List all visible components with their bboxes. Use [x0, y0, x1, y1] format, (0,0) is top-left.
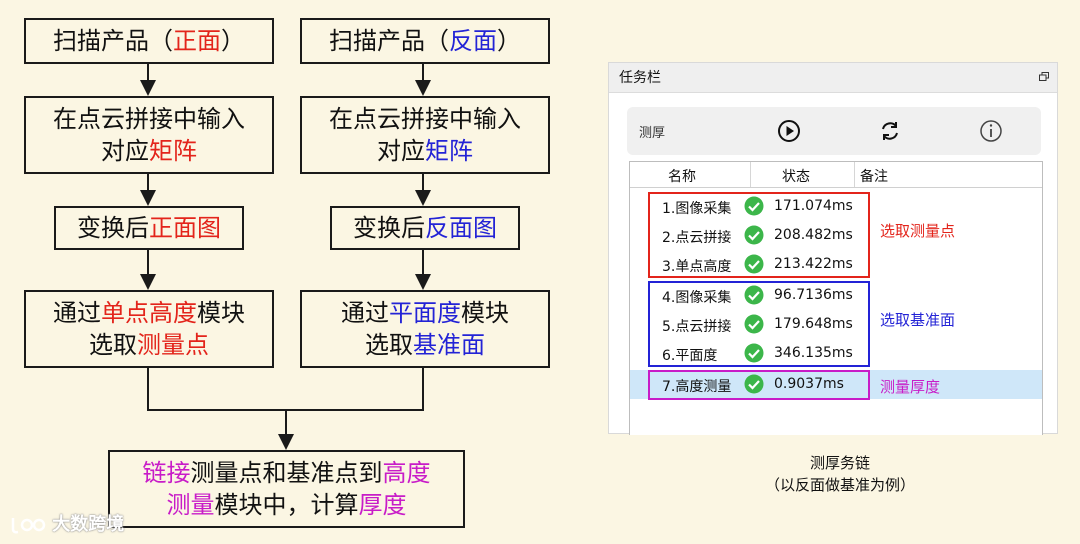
box-highlight: 厚度 — [358, 491, 407, 519]
box-text: 变换后 — [77, 214, 149, 242]
watermark-text: 大数跨境 — [52, 514, 125, 535]
box-highlight: 矩阵 — [425, 137, 473, 165]
box-highlight: 反面图 — [425, 214, 497, 242]
merge-line — [147, 368, 424, 411]
box-text: 扫描产品（ — [329, 27, 449, 55]
box-final-compute: 链接测量点和基准点到高度 测量模块中，计算厚度 — [108, 450, 465, 528]
box-text: ） — [221, 27, 245, 55]
table-header: 名称 状态 备注 — [630, 162, 1042, 188]
box-highlight: 基准面 — [413, 331, 485, 359]
box-text: 在点云拼接中输入 — [53, 105, 245, 133]
box-highlight: 测量点 — [137, 331, 209, 359]
column-header-name[interactable]: 名称 — [668, 166, 696, 186]
box-text: 选取 — [89, 331, 137, 359]
toolbar-label: 测厚 — [639, 126, 666, 141]
box-text: ） — [497, 27, 521, 55]
box-transform-front: 变换后正面图 — [54, 206, 244, 250]
box-transform-back: 变换后反面图 — [330, 206, 520, 250]
play-icon[interactable] — [777, 119, 801, 143]
column-header-note[interactable]: 备注 — [860, 166, 888, 186]
box-highlight: 链接 — [142, 459, 191, 487]
panel-header: 任务栏 — [609, 63, 1057, 93]
group-label-datum-plane: 选取基准面 — [880, 311, 956, 329]
box-highlight: 正面图 — [149, 214, 221, 242]
box-highlight: 平面度 — [389, 299, 461, 327]
box-text: 选取 — [365, 331, 413, 359]
box-scan-back: 扫描产品（反面） — [300, 18, 550, 64]
group-box-measure-points — [648, 192, 870, 278]
refresh-icon[interactable] — [878, 119, 902, 143]
box-text: 模块 — [197, 299, 245, 327]
group-label-measure-points: 选取测量点 — [880, 222, 956, 240]
box-text: 模块 — [461, 299, 509, 327]
watermark-logo-icon — [11, 518, 46, 534]
box-text: 变换后 — [353, 214, 425, 242]
column-header-status[interactable]: 状态 — [782, 166, 810, 186]
box-highlight: 单点高度 — [101, 299, 197, 327]
task-table: 名称 状态 备注 1.图像采集 171.074ms 2.点云拼接 208.482… — [629, 161, 1043, 435]
box-highlight: 测量 — [166, 491, 215, 519]
caption-title: 测厚务链 — [809, 454, 870, 472]
box-text: 对应 — [377, 137, 425, 165]
box-text: 模块中，计算 — [214, 491, 359, 519]
watermark: 大数跨境 — [10, 510, 124, 536]
box-text: 扫描产品（ — [53, 27, 173, 55]
box-highlight: 正面 — [173, 27, 221, 55]
caption-subtitle: （以反面做基准为例） — [764, 476, 915, 494]
box-stitch-back: 在点云拼接中输入 对应矩阵 — [300, 96, 550, 174]
box-text: 对应 — [101, 137, 149, 165]
box-stitch-front: 在点云拼接中输入 对应矩阵 — [24, 96, 274, 174]
box-text: 测量点和基准点到 — [190, 459, 383, 487]
box-text: 通过 — [53, 299, 101, 327]
group-box-datum-plane — [648, 281, 870, 367]
box-text: 通过 — [341, 299, 389, 327]
box-scan-front: 扫描产品（正面） — [24, 18, 274, 64]
restore-window-icon[interactable] — [1039, 72, 1049, 81]
group-box-thickness — [648, 370, 870, 400]
box-highlight: 高度 — [382, 459, 431, 487]
task-panel: 任务栏 测厚 名称 状态 备注 1.图像采集 171.074ms 2.点云拼接 … — [608, 62, 1058, 435]
box-highlight: 反面 — [449, 27, 497, 55]
task-toolbar: 测厚 — [627, 107, 1041, 155]
box-highlight: 矩阵 — [149, 137, 197, 165]
column-divider — [750, 162, 751, 187]
panel-title: 任务栏 — [619, 70, 661, 86]
column-divider — [854, 162, 855, 187]
box-select-front: 通过单点高度模块 选取测量点 — [24, 290, 274, 368]
group-label-thickness: 测量厚度 — [880, 378, 941, 396]
box-text: 在点云拼接中输入 — [329, 105, 521, 133]
info-icon[interactable] — [979, 119, 1003, 143]
box-select-back: 通过平面度模块 选取基准面 — [300, 290, 550, 368]
